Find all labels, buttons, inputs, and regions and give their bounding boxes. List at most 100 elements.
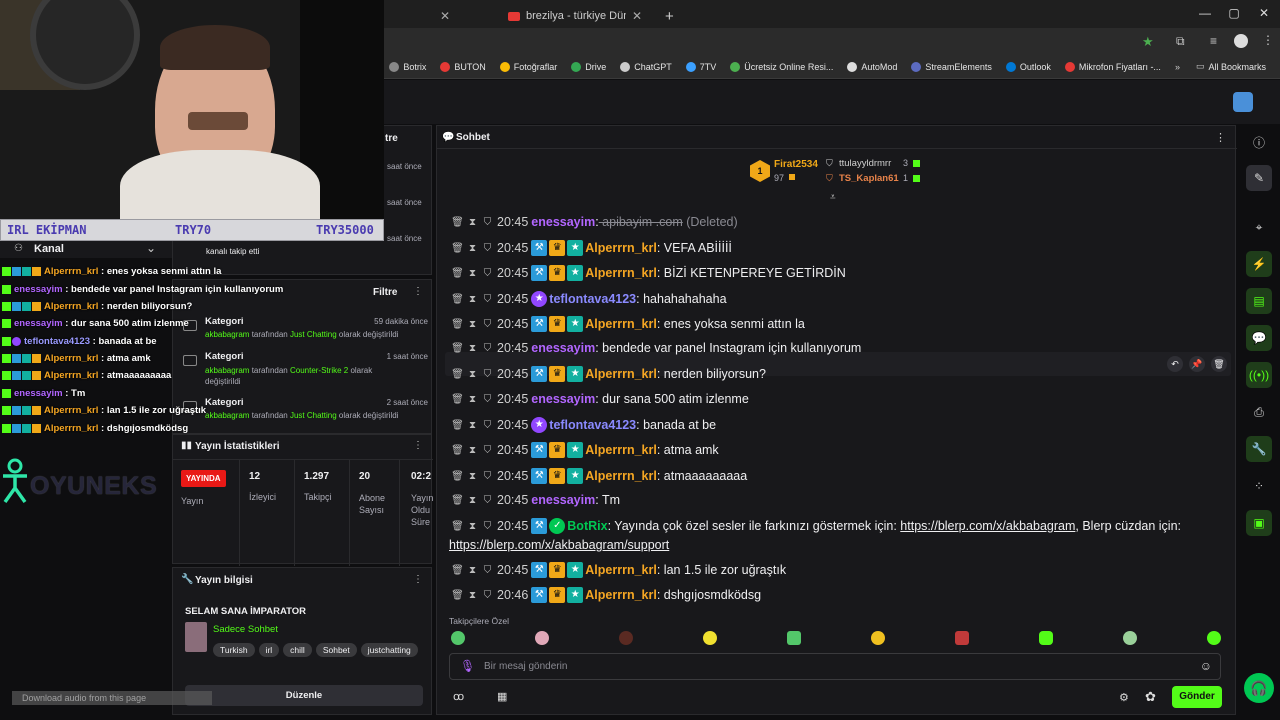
shield-icon[interactable]: ⛉ [480, 521, 495, 532]
more-menu-icon[interactable]: ⋮ [1262, 33, 1274, 47]
star-bookmark-icon[interactable]: ★ [1142, 34, 1154, 50]
shield-icon[interactable]: ⛉ [480, 243, 495, 254]
timeout-icon[interactable]: ⧗ [465, 343, 480, 354]
timeout-icon[interactable]: ⧗ [465, 268, 480, 279]
message-username[interactable]: BotRix [567, 519, 607, 533]
tag[interactable]: chill [283, 643, 312, 657]
bookmark-7tv[interactable]: 7TV [685, 61, 716, 72]
shield-icon[interactable]: ⛉ [480, 294, 495, 305]
edit-button[interactable]: Düzenle [185, 685, 423, 706]
bookmark-chatgpt[interactable]: ChatGPT [620, 61, 672, 72]
message-username[interactable]: Alperrrn_krl [585, 469, 657, 483]
blerp-icon[interactable]: ꝏ [453, 690, 464, 703]
app-icon[interactable]: ▣ [1246, 510, 1272, 536]
emote-icon[interactable] [1207, 631, 1221, 645]
tab-previous[interactable]: ✕ [440, 4, 450, 28]
profile-avatar-icon[interactable] [1234, 34, 1248, 48]
print-icon[interactable]: ⎙ [1246, 399, 1272, 425]
shield-icon[interactable]: ⛉ [480, 495, 495, 506]
timeout-icon[interactable]: ⧗ [465, 420, 480, 431]
broadcast-icon[interactable]: ((•)) [1246, 362, 1272, 388]
tag[interactable]: Sohbet [315, 643, 357, 657]
microphone-icon[interactable]: 🎙 [460, 659, 475, 673]
shield-icon[interactable]: ⛉ [480, 394, 495, 405]
message-username[interactable]: Alperrrn_krl [585, 317, 657, 331]
message-username[interactable]: enessayim [531, 493, 595, 507]
message-username[interactable]: enessayim [531, 215, 595, 229]
category-link[interactable]: Sadece Sohbet [213, 624, 278, 635]
timeout-icon[interactable]: ⧗ [465, 495, 480, 506]
message-username[interactable]: Alperrrn_krl [585, 266, 657, 280]
trash-icon[interactable]: 🗑 [450, 217, 465, 228]
timeout-icon[interactable]: ⧗ [465, 217, 480, 228]
lightning-icon[interactable]: ⚡ [1246, 251, 1272, 277]
shield-icon[interactable]: ⛉ [480, 471, 495, 482]
shield-icon[interactable]: ⛉ [480, 268, 495, 279]
message-username[interactable]: Alperrrn_krl [585, 563, 657, 577]
maximize-icon[interactable]: ▢ [1219, 6, 1249, 20]
trash-icon[interactable]: 🗑 [450, 590, 465, 601]
message-username[interactable]: enessayim [531, 392, 595, 406]
bookmark-buton[interactable]: BUTON [440, 61, 486, 72]
tab-active[interactable]: brezilya - türkiye Dünya kupası ✕ [508, 4, 658, 28]
download-audio-bar[interactable]: Download audio from this page [12, 691, 212, 705]
bookmark-automod[interactable]: AutoMod [847, 61, 897, 72]
timeout-icon[interactable]: ⧗ [465, 394, 480, 405]
trash-icon[interactable]: 🗑 [450, 319, 465, 330]
more-icon[interactable]: ⋮ [413, 440, 423, 451]
emote-icon[interactable] [787, 631, 801, 645]
chat-icon[interactable]: 💬 [1246, 325, 1272, 351]
timeout-icon[interactable]: ⧗ [465, 294, 480, 305]
tag[interactable]: irl [258, 643, 280, 657]
send-button[interactable]: Gönder [1172, 686, 1222, 708]
message-link[interactable]: https://blerp.com/x/akbabagram [900, 519, 1075, 533]
chevron-down-icon[interactable]: ⌄ [146, 241, 156, 255]
trash-icon[interactable]: 🗑 [450, 471, 465, 482]
trash-icon[interactable]: 🗑 [450, 343, 465, 354]
emote-icon[interactable] [1039, 631, 1053, 645]
bookmark-resim[interactable]: Ücretsiz Online Resi... [730, 61, 833, 72]
trash-icon[interactable]: 🗑 [450, 394, 465, 405]
info-icon[interactable]: ⓘ [1246, 129, 1272, 155]
shield-icon[interactable]: ⛉ [480, 590, 495, 601]
extensions-icon[interactable]: ⧉ [1176, 34, 1185, 49]
document-icon[interactable]: ▤ [1246, 288, 1272, 314]
message-link[interactable]: https://blerp.com/x/akbabagram/support [449, 538, 669, 552]
message-username[interactable]: enessayim [531, 341, 595, 355]
emote-icon[interactable] [619, 631, 633, 645]
shield-icon[interactable]: ⛉ [480, 343, 495, 354]
tag[interactable]: justchatting [360, 643, 418, 657]
bookmark-streamelements[interactable]: StreamElements [911, 61, 992, 72]
more-icon[interactable]: ⋮ [1215, 131, 1226, 144]
emote-picker-icon[interactable]: ✿ [1145, 689, 1156, 705]
reply-icon[interactable]: ↶ [1167, 356, 1183, 372]
settings-icon[interactable]: ⚙ [1119, 691, 1129, 704]
new-tab-button[interactable]: + [665, 4, 674, 28]
reading-list-icon[interactable]: ≡ [1210, 34, 1217, 48]
emote-icon[interactable] [703, 631, 717, 645]
more-icon[interactable]: ⋮ [413, 574, 423, 585]
close-tab-icon[interactable]: ✕ [632, 9, 642, 23]
message-username[interactable]: Alperrrn_krl [585, 367, 657, 381]
wrench-icon[interactable]: 🔧 [1246, 436, 1272, 462]
leader-name[interactable]: ttulayyldrmrr [839, 158, 891, 169]
trash-icon[interactable]: 🗑 [450, 369, 465, 380]
emote-icon[interactable] [1123, 631, 1137, 645]
emote-icon[interactable] [535, 631, 549, 645]
bookmark-fotograflar[interactable]: Fotoğraflar [499, 61, 557, 72]
focus-icon[interactable]: ⌖ [1246, 214, 1272, 240]
leader-name[interactable]: TS_Kaplan61 [839, 173, 899, 184]
expand-leaderboard-icon[interactable]: ⩡ [830, 192, 836, 203]
timeout-icon[interactable]: ⧗ [465, 319, 480, 330]
leader-name[interactable]: Firat2534 [774, 159, 818, 170]
message-username[interactable]: teflontava4123 [549, 292, 636, 306]
trash-icon[interactable]: 🗑 [450, 445, 465, 456]
pin-icon[interactable]: 📌 [1189, 356, 1205, 372]
close-window-icon[interactable]: ✕ [1249, 6, 1279, 20]
shield-icon[interactable]: ⛉ [480, 217, 495, 228]
trash-icon[interactable]: 🗑 [450, 521, 465, 532]
timeout-icon[interactable]: ⧗ [465, 445, 480, 456]
dots-icon[interactable]: ⁘ [1246, 473, 1272, 499]
trash-icon[interactable]: 🗑 [450, 243, 465, 254]
chat-input[interactable]: 🎙 Bir mesaj gönderin ☺ [449, 653, 1221, 680]
